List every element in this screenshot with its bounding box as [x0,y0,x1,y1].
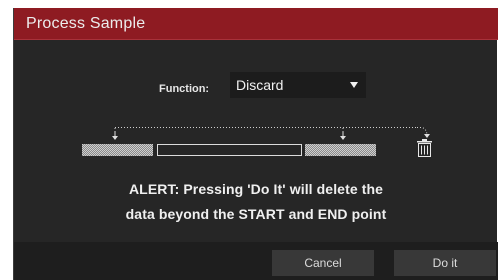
start-marker-icon [112,131,118,140]
alert-line-2: data beyond the START and END point [125,206,387,222]
end-marker-icon [340,131,346,140]
cancel-button[interactable]: Cancel [272,250,374,276]
kept-region [157,144,302,156]
alert-line-1: ALERT: Pressing 'Do It' will delete the [128,181,384,197]
discard-diagram [82,127,432,157]
discarded-start-region [82,144,153,156]
dialog-footer: Cancel Do it [14,242,498,280]
discarded-end-region [305,144,376,156]
process-sample-dialog: Process Sample Function: Discard ALERT: … [13,8,498,280]
do-it-button[interactable]: Do it [394,250,496,276]
trash-icon [417,139,432,157]
